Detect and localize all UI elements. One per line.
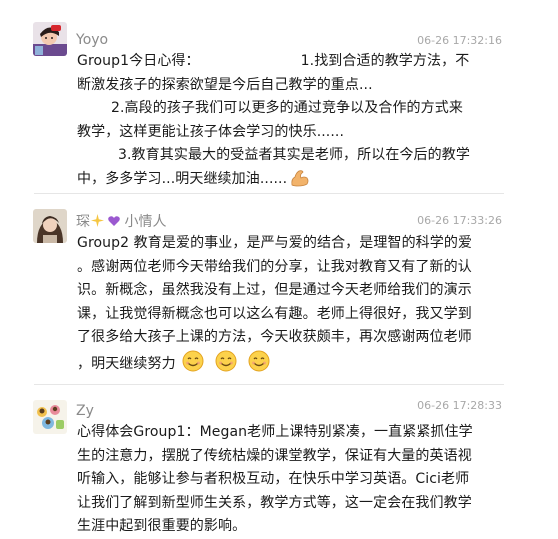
timestamp: 06-26 17:32:16 bbox=[417, 34, 502, 47]
comment-line: 中，多多学习...明天继续加油...... bbox=[77, 170, 288, 187]
username[interactable]: Yoyo bbox=[76, 31, 108, 49]
divider bbox=[34, 193, 504, 194]
comment-line: 1.找到合适的教学方法，不 bbox=[300, 53, 470, 69]
avatar-image bbox=[33, 22, 67, 56]
comment-text: Group1今日心得： 1.找到合适的教学方法，不 断激发孩子的探索欲望是今后自己… bbox=[77, 50, 517, 195]
comment-line: 生涯中起到很重要的影响。 bbox=[77, 518, 247, 534]
comment-line: 让我们了解到新型师生关系，教学方式等，这一定会在我们教学 bbox=[77, 494, 472, 511]
comment-line: Group1今日心得： bbox=[77, 53, 200, 69]
comment-line: 生的注意力，摆脱了传统枯燥的课堂教学，保证有大量的英语视 bbox=[77, 447, 472, 464]
username[interactable]: Zy bbox=[76, 402, 94, 420]
comment-line: 2.高段的孩子我们可以更多的通过竞争以及合作的方式来 bbox=[111, 100, 463, 116]
username-part: 琛 bbox=[76, 214, 90, 230]
smiling-face-icon bbox=[215, 350, 237, 381]
comment-item: Yoyo 06-26 17:32:16 Group1今日心得： 1.找到合适的教学… bbox=[0, 0, 558, 190]
comment-line: 课，让我觉得新概念也可以这么有趣。老师上得很好，我又学到 bbox=[77, 305, 472, 322]
comment-line: 3.教育其实最大的受益者其实是老师，所以在今后的教学 bbox=[118, 147, 470, 163]
comment-line: 。感谢两位老师今天带给我们的分享，让我对教育又有了新的认 bbox=[77, 258, 472, 275]
divider bbox=[34, 384, 504, 385]
comment-line: 断激发孩子的探索欲望是今后自己教学的重点... bbox=[77, 76, 373, 93]
comment-line: 心得体会Group1：Megan老师上课特别紧凑，一直紧紧抓住学 bbox=[77, 424, 473, 440]
comment-text: Group2 教育是爱的事业，是严与爱的结合，是理智的科学的爱 。感谢两位老师今… bbox=[77, 232, 517, 380]
username-part: 小情人 bbox=[124, 214, 167, 230]
comment-line: 听输入，能够让参与者积极互动，在快乐中学习英语。Cici老师 bbox=[77, 471, 470, 487]
comment-item: 琛 小情人 06-26 17:33:26 Group2 教育是爱的事业，是严与爱… bbox=[0, 195, 558, 385]
comment-line: 教学，这样更能让孩子体会学习的快乐...... bbox=[77, 123, 344, 140]
timestamp: 06-26 17:33:26 bbox=[417, 214, 502, 227]
avatar-image bbox=[33, 400, 67, 434]
avatar-image bbox=[33, 209, 67, 243]
comment-line: Group2 教育是爱的事业，是严与爱的结合，是理智的科学的爱 bbox=[77, 235, 473, 251]
user-avatar[interactable] bbox=[33, 22, 67, 56]
comment-line: 识。新概念，虽然我没有上过，但是通过今天老师给我们的演示 bbox=[77, 282, 472, 298]
comment-line: 了很多给大孩子上课的方法，今天收获颇丰，再次感谢两位老师 bbox=[77, 329, 472, 345]
comment-feed: Yoyo 06-26 17:32:16 Group1今日心得： 1.找到合适的教学… bbox=[0, 0, 558, 534]
user-avatar[interactable] bbox=[33, 209, 67, 243]
comment-text: 心得体会Group1：Megan老师上课特别紧凑，一直紧紧抓住学 生的注意力，摆… bbox=[77, 421, 517, 539]
user-avatar[interactable] bbox=[33, 400, 67, 434]
sparkle-icon bbox=[91, 214, 104, 227]
comment-line: ，明天继续努力 bbox=[77, 355, 176, 372]
smiling-face-icon bbox=[248, 350, 270, 381]
purple-heart-icon bbox=[108, 214, 120, 226]
comment-item: Zy 06-26 17:28:33 心得体会Group1：Megan老师上课特别… bbox=[0, 386, 558, 534]
timestamp: 06-26 17:28:33 bbox=[417, 399, 502, 412]
smiling-face-icon bbox=[182, 350, 204, 381]
flexed-biceps-icon bbox=[290, 169, 310, 196]
username[interactable]: 琛 小情人 bbox=[76, 213, 166, 231]
